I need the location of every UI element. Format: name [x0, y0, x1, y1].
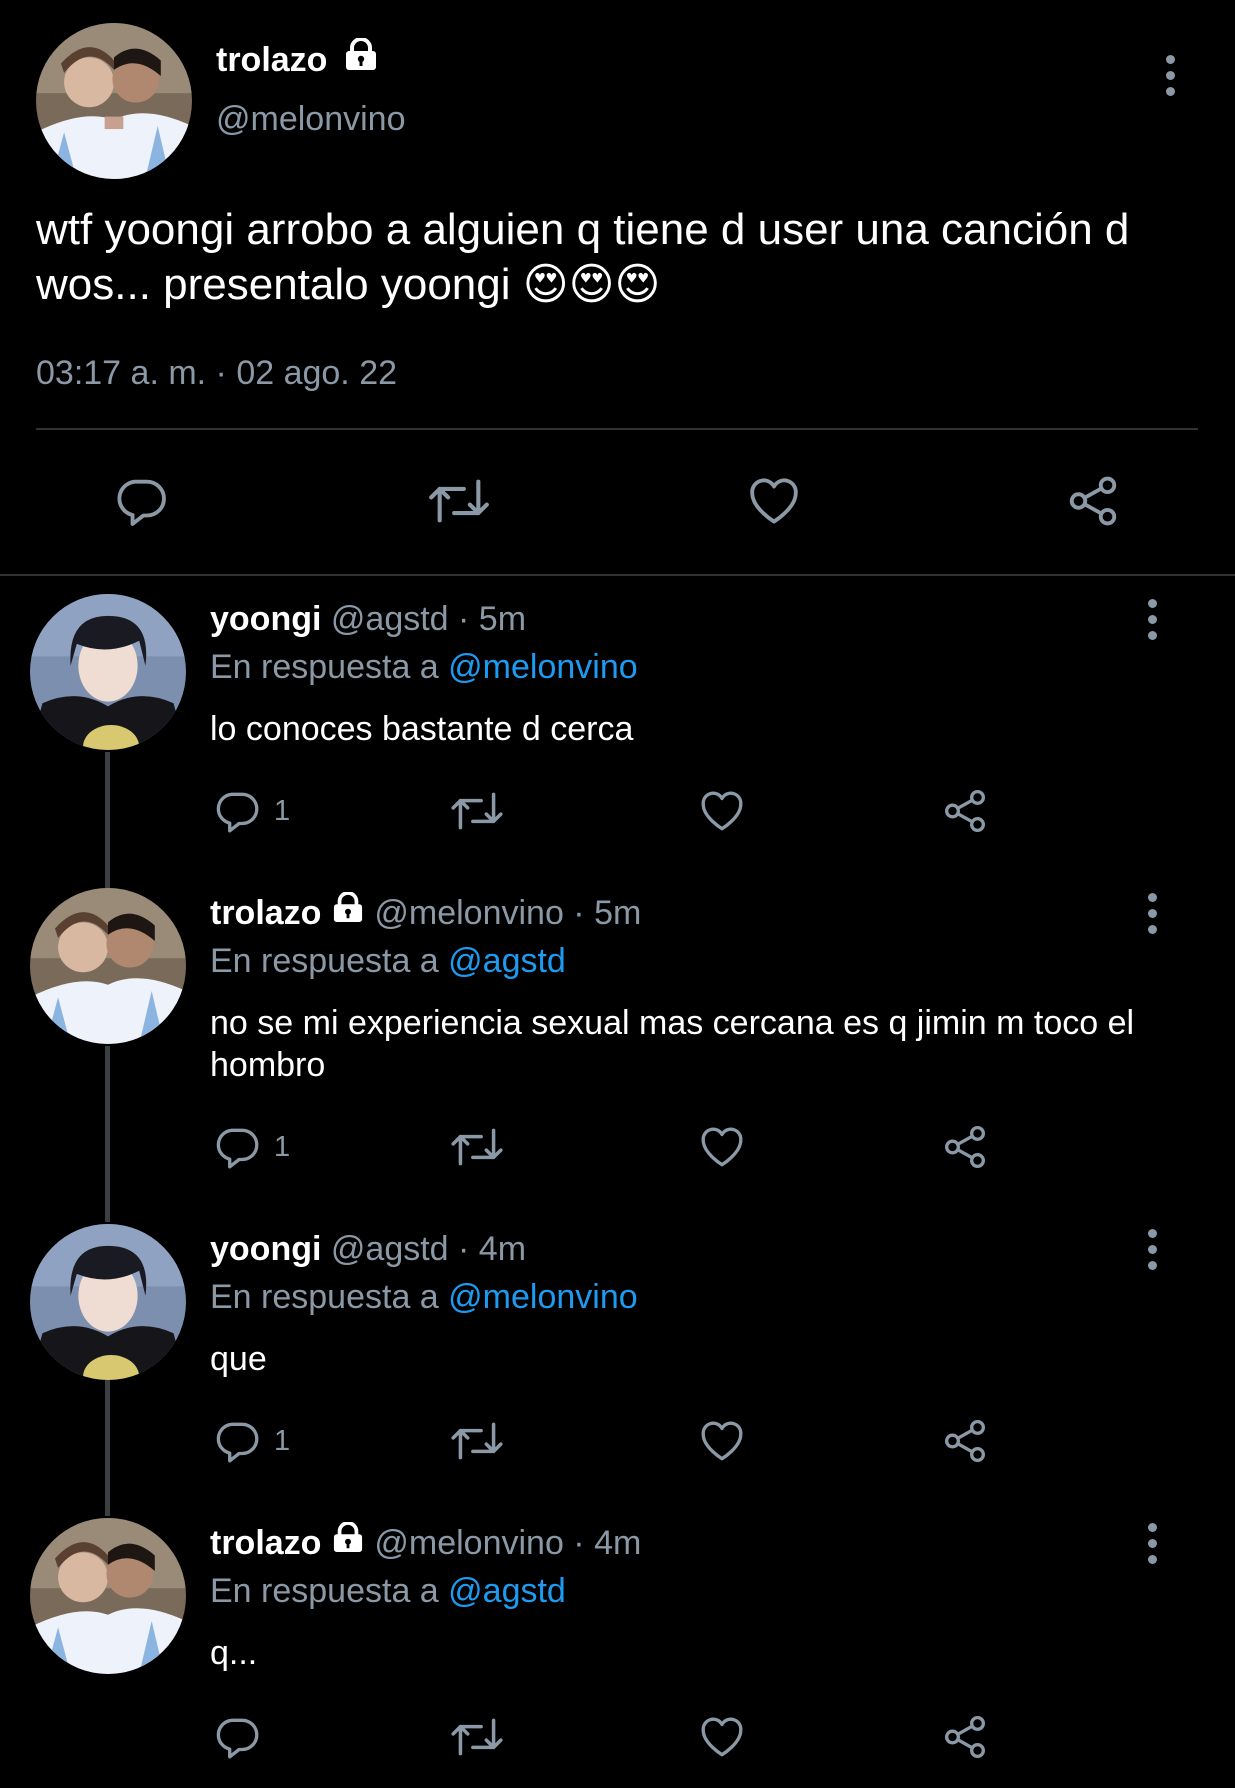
like-button[interactable]	[697, 1712, 747, 1762]
like-button[interactable]	[697, 786, 747, 836]
reply-prefix: En respuesta a	[210, 648, 439, 686]
lock-icon	[343, 36, 379, 79]
like-button[interactable]	[697, 1416, 747, 1466]
share-button[interactable]	[940, 1416, 990, 1466]
avatar[interactable]	[36, 23, 192, 179]
reply-context: En respuesta a @melonvino	[210, 1278, 638, 1317]
reply-prefix: En respuesta a	[210, 1278, 439, 1316]
more-icon[interactable]	[1137, 596, 1167, 646]
mention-link[interactable]: @melonvino	[448, 1278, 638, 1316]
reply-icon	[212, 786, 262, 836]
display-name[interactable]: yoongi	[210, 600, 321, 638]
share-icon	[940, 786, 990, 836]
retweet-icon	[424, 472, 494, 530]
retweet-icon	[448, 1416, 506, 1466]
reply-header: yoongi @agstd · 4m	[210, 1230, 526, 1269]
display-name[interactable]: yoongi	[210, 1230, 321, 1268]
reply-prefix: En respuesta a	[210, 1572, 439, 1610]
retweet-button[interactable]	[424, 472, 494, 530]
share-button[interactable]	[940, 1122, 990, 1172]
mention-link[interactable]: @agstd	[448, 1572, 566, 1610]
avatar[interactable]	[30, 1224, 186, 1380]
reply-text: que	[210, 1340, 267, 1378]
reply-prefix: En respuesta a	[210, 942, 439, 980]
reply-icon	[112, 472, 170, 530]
reply-icon	[212, 1122, 262, 1172]
reply-context: En respuesta a @melonvino	[210, 648, 638, 687]
reply-count: 1	[274, 1424, 291, 1457]
display-name[interactable]: trolazo	[216, 36, 379, 80]
reply-context: En respuesta a @agstd	[210, 942, 566, 981]
more-icon[interactable]	[1155, 52, 1185, 102]
thread-line	[105, 1046, 110, 1222]
handle[interactable]: @melonvino	[216, 100, 406, 139]
mention-link[interactable]: @agstd	[448, 942, 566, 980]
reply-button[interactable]	[112, 472, 170, 530]
display-name[interactable]: trolazo	[210, 894, 321, 932]
reply-icon	[212, 1416, 262, 1466]
lock-icon	[331, 1520, 365, 1561]
thread-line	[105, 1380, 110, 1516]
like-button[interactable]	[745, 472, 803, 530]
like-icon	[697, 1712, 747, 1762]
more-icon[interactable]	[1137, 1520, 1167, 1570]
like-icon	[697, 1122, 747, 1172]
reply-text: lo conoces bastante d cerca	[210, 710, 634, 748]
share-button[interactable]	[940, 786, 990, 836]
like-icon	[697, 1416, 747, 1466]
share-button[interactable]	[1064, 472, 1122, 530]
reply-header: trolazo @melonvino · 4m	[210, 1520, 641, 1563]
display-name[interactable]: trolazo	[210, 1524, 321, 1562]
reply-button[interactable]	[212, 1712, 274, 1762]
reply-header: trolazo @melonvino · 5m	[210, 890, 641, 933]
divider	[36, 428, 1198, 430]
reply-button[interactable]: 1	[212, 1122, 290, 1172]
avatar[interactable]	[30, 594, 186, 750]
reply-count: 1	[274, 794, 291, 827]
reply-context: En respuesta a @agstd	[210, 1572, 566, 1611]
divider	[0, 574, 1235, 576]
tweet-text: wtf yoongi arrobo a alguien q tiene d us…	[36, 205, 1130, 309]
like-icon	[697, 786, 747, 836]
retweet-icon	[448, 1122, 506, 1172]
handle-time[interactable]: @agstd · 4m	[331, 1230, 526, 1268]
display-name-text: trolazo	[216, 41, 328, 79]
retweet-button[interactable]	[448, 1416, 506, 1466]
share-icon	[940, 1122, 990, 1172]
share-icon	[940, 1416, 990, 1466]
more-icon[interactable]	[1137, 890, 1167, 940]
reply-header: yoongi @agstd · 5m	[210, 600, 526, 639]
handle-time[interactable]: @melonvino · 4m	[374, 1524, 641, 1562]
reply-button[interactable]: 1	[212, 1416, 290, 1466]
reply-icon	[212, 1712, 262, 1762]
handle-time[interactable]: @melonvino · 5m	[374, 894, 641, 932]
timestamp[interactable]: 03:17 a. m. · 02 ago. 22	[36, 354, 397, 393]
share-button[interactable]	[940, 1712, 990, 1762]
avatar[interactable]	[30, 888, 186, 1044]
thread-line	[105, 752, 110, 888]
reply-button[interactable]: 1	[212, 786, 290, 836]
retweet-button[interactable]	[448, 786, 506, 836]
mention-link[interactable]: @melonvino	[448, 648, 638, 686]
retweet-icon	[448, 786, 506, 836]
retweet-icon	[448, 1712, 506, 1762]
like-icon	[745, 472, 803, 530]
retweet-button[interactable]	[448, 1122, 506, 1172]
lock-icon	[331, 890, 365, 931]
share-icon	[1064, 472, 1122, 530]
like-button[interactable]	[697, 1122, 747, 1172]
reply-text: q...	[210, 1634, 258, 1672]
reply-count: 1	[274, 1130, 291, 1163]
avatar[interactable]	[30, 1518, 186, 1674]
retweet-button[interactable]	[448, 1712, 506, 1762]
share-icon	[940, 1712, 990, 1762]
more-icon[interactable]	[1137, 1226, 1167, 1276]
handle-time[interactable]: @agstd · 5m	[331, 600, 526, 638]
reply-text: no se mi experiencia sexual mas cercana …	[210, 1004, 1135, 1084]
